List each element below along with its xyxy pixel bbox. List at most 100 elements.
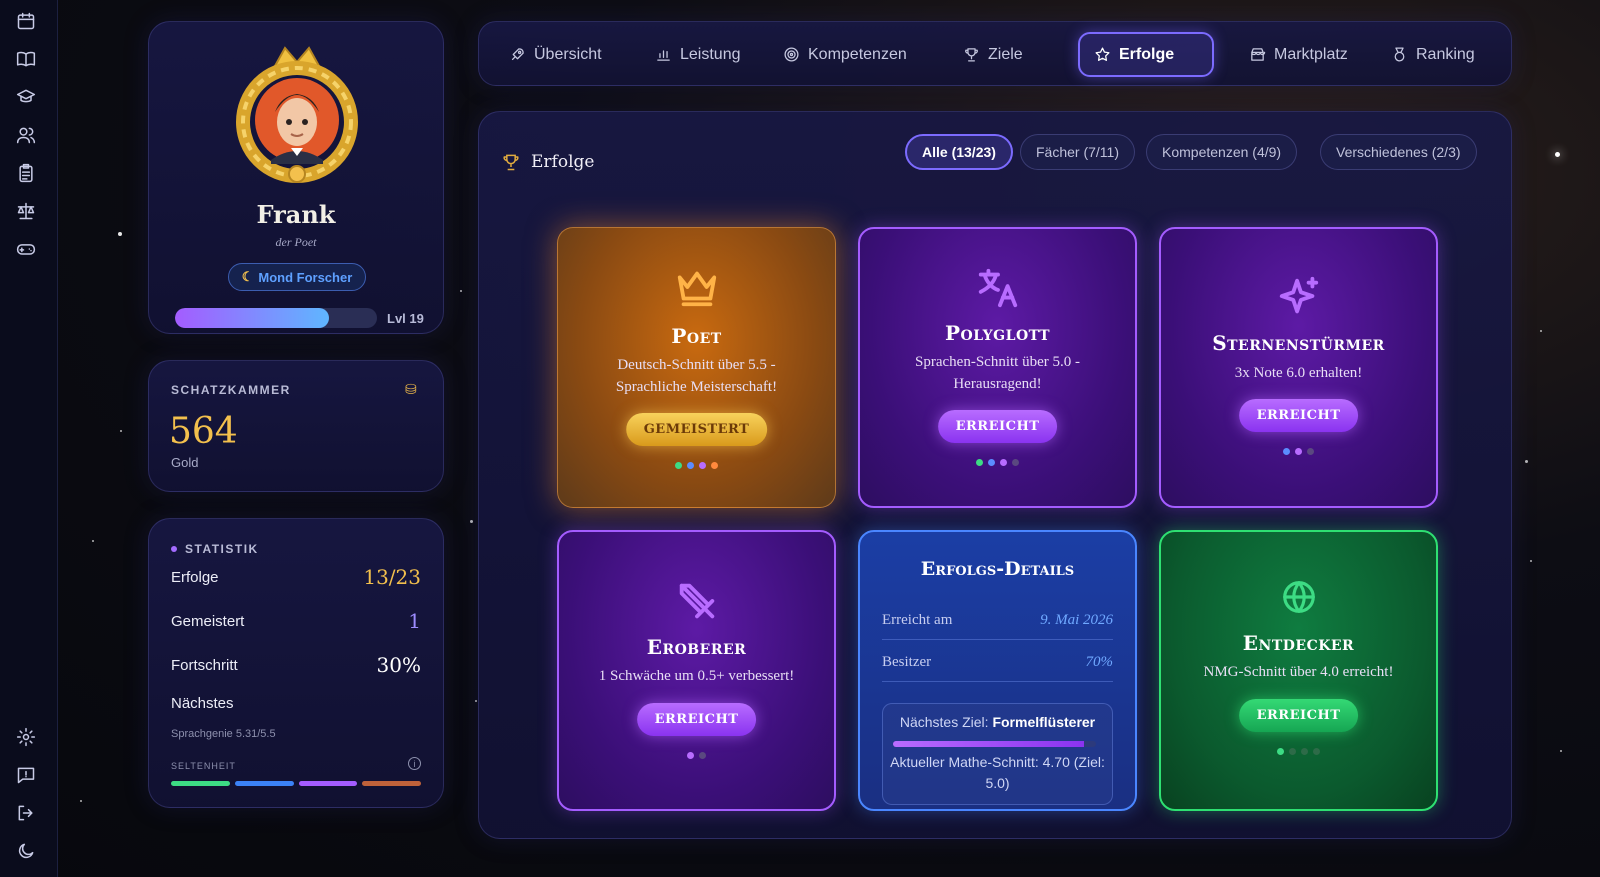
stat-next-sub: Sprachgenie 5.31/5.5 xyxy=(171,728,276,740)
tab-ranking[interactable]: Ranking xyxy=(1377,32,1489,77)
achievement-card-eroberer[interactable]: Eroberer 1 Schwäche um 0.5+ verbessert! … xyxy=(557,530,836,811)
rank-badge[interactable]: ☾ Mond Forscher xyxy=(228,263,366,291)
tab-erfolge[interactable]: Erfolge xyxy=(1078,32,1214,77)
achievement-description: 3x Note 6.0 erhalten! xyxy=(1234,365,1363,381)
treasury-card: SCHATZKAMMER ⛁ 564 Gold xyxy=(148,360,444,492)
gold-amount: 564 xyxy=(169,411,238,452)
book-icon[interactable] xyxy=(15,48,37,70)
rocket-icon xyxy=(511,48,524,61)
gold-unit: Gold xyxy=(171,455,199,470)
rarity-dots xyxy=(1161,748,1436,755)
achievement-title: Eroberer xyxy=(646,635,747,659)
filter-kompetenzen[interactable]: Kompetenzen (4/9) xyxy=(1146,134,1298,170)
rarity-label: SELTENHEIT xyxy=(171,761,236,771)
achievement-card-poet[interactable]: Poet Deutsch-Schnitt über 5.5 - Sprachli… xyxy=(557,227,836,508)
achievement-description: 1 Schwäche um 0.5+ verbessert! xyxy=(598,668,795,684)
details-value: 9. Mai 2026 xyxy=(1040,612,1113,628)
filter-verschiedenes[interactable]: Verschiedenes (2/3) xyxy=(1320,134,1477,170)
achievement-card-entdecker[interactable]: Entdecker NMG-Schnitt über 4.0 erreicht!… xyxy=(1159,530,1438,811)
rarity-dot xyxy=(1295,448,1302,455)
stat-key: Fortschritt xyxy=(171,656,238,674)
users-icon[interactable] xyxy=(15,124,37,146)
stat-value: 30% xyxy=(376,653,421,677)
details-key: Erreicht am xyxy=(882,612,953,628)
achievement-description: Deutsch-Schnitt über 5.5 - Sprachliche M… xyxy=(615,357,778,395)
filter-alle[interactable]: Alle (13/23) xyxy=(905,134,1013,170)
dark-mode-moon-icon[interactable] xyxy=(15,840,37,862)
avatar[interactable] xyxy=(235,42,359,194)
bar-chart-icon xyxy=(657,50,670,61)
moon-icon: ☾ xyxy=(241,269,254,284)
graduation-cap-icon[interactable] xyxy=(15,86,37,108)
achievement-details-card: Erfolgs-Details Erreicht am 9. Mai 2026 … xyxy=(858,530,1137,811)
logout-icon[interactable] xyxy=(15,802,37,824)
statistics-label: STATISTIK xyxy=(185,542,259,556)
stat-row-gemeistert: Gemeistert 1 xyxy=(171,609,421,633)
rarity-dots xyxy=(860,459,1135,466)
reached-status-button[interactable]: ERREICHT xyxy=(636,703,757,736)
rarity-dot xyxy=(687,752,694,759)
achievement-title: Polyglott xyxy=(944,321,1050,345)
rarity-dot xyxy=(1000,459,1007,466)
reached-status-button[interactable]: ERREICHT xyxy=(937,410,1058,443)
filter-faecher[interactable]: Fächer (7/11) xyxy=(1020,134,1135,170)
tab-marktplatz[interactable]: Marktplatz xyxy=(1235,32,1362,77)
rarity-dot xyxy=(699,752,706,759)
rarity-dot xyxy=(1301,748,1308,755)
rarity-dot xyxy=(1289,748,1296,755)
translate-icon xyxy=(978,268,1017,308)
achievement-card-sternenstuermer[interactable]: Sternenstürmer 3x Note 6.0 erhalten! ERR… xyxy=(1159,227,1438,508)
tab-bar: Übersicht Leistung Kompetenzen Ziele Erf… xyxy=(478,21,1512,86)
details-key: Besitzer xyxy=(882,654,932,670)
achievements-panel: Erfolge Alle (13/23) Fächer (7/11) Kompe… xyxy=(478,111,1512,839)
rarity-dot xyxy=(1307,448,1314,455)
achievement-description: Sprachen-Schnitt über 5.0 - Herausragend… xyxy=(915,354,1080,392)
reached-status-button[interactable]: ERREICHT xyxy=(1238,699,1359,732)
tab-ziele[interactable]: Ziele xyxy=(949,32,1037,77)
rank-badge-label: Mond Forscher xyxy=(258,269,353,285)
feedback-message-icon[interactable] xyxy=(15,764,37,786)
statistics-card: STATISTIK Erfolge 13/23 Gemeistert 1 For… xyxy=(148,518,444,808)
rarity-dot xyxy=(1012,459,1019,466)
next-goal-progress-fill xyxy=(893,741,1084,747)
info-icon[interactable]: i xyxy=(408,757,421,770)
rarity-bar-common xyxy=(171,781,230,786)
xp-progress-bar xyxy=(175,308,377,328)
calendar-icon[interactable] xyxy=(15,10,37,32)
rarity-dot xyxy=(1313,748,1320,755)
tab-label: Übersicht xyxy=(534,45,602,63)
globe-icon xyxy=(1282,581,1315,613)
details-value: 70% xyxy=(1085,654,1114,670)
details-row-reached: Erreicht am 9. Mai 2026 xyxy=(882,612,1113,640)
rarity-dots xyxy=(558,462,835,469)
reached-status-button[interactable]: ERREICHT xyxy=(1238,399,1359,432)
next-goal-line: Nächstes Ziel: Formelflüsterer xyxy=(883,714,1112,730)
next-goal-progress-bar xyxy=(893,741,1096,747)
gamepad-icon[interactable] xyxy=(15,238,37,260)
tab-uebersicht[interactable]: Übersicht xyxy=(495,32,616,77)
tab-label: Leistung xyxy=(680,45,741,63)
bullet-dot-icon xyxy=(171,546,177,552)
tab-kompetenzen[interactable]: Kompetenzen xyxy=(769,32,921,77)
tab-label: Ziele xyxy=(988,45,1023,63)
stat-key: Erfolge xyxy=(171,568,219,586)
clipboard-list-icon[interactable] xyxy=(15,162,37,184)
scale-icon[interactable] xyxy=(15,200,37,222)
tab-label: Marktplatz xyxy=(1274,45,1348,63)
stat-key: Gemeistert xyxy=(171,612,245,630)
sword-icon xyxy=(679,583,714,619)
achievement-title: Entdecker xyxy=(1242,631,1355,655)
section-title: Erfolge xyxy=(501,152,594,172)
level-label: Lvl 19 xyxy=(387,311,424,326)
rarity-bar-legendary xyxy=(362,781,421,786)
achievement-title: Poet xyxy=(671,324,722,348)
rarity-dots xyxy=(1161,448,1436,455)
tab-leistung[interactable]: Leistung xyxy=(641,32,755,77)
sparkle-icon xyxy=(1279,276,1318,314)
settings-gear-icon[interactable] xyxy=(15,726,37,748)
details-row-owners: Besitzer 70% xyxy=(882,654,1113,682)
achievement-card-polyglott[interactable]: Polyglott Sprachen-Schnitt über 5.0 - He… xyxy=(858,227,1137,508)
treasury-label: SCHATZKAMMER xyxy=(171,383,291,397)
rarity-bar-epic xyxy=(298,781,358,786)
mastered-status-button[interactable]: GEMEISTERT xyxy=(625,413,768,446)
